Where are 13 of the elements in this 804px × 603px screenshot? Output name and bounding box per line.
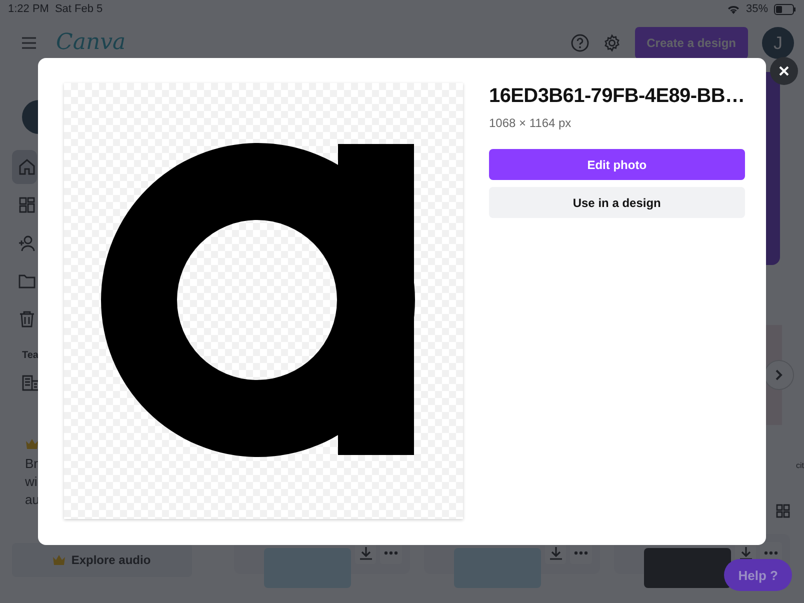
promo-text: wi: [25, 473, 38, 491]
file-title: 16ED3B61-79FB-4E89-BB…: [489, 84, 745, 108]
promo-text: Br: [25, 455, 38, 473]
team-label: Tea: [22, 350, 38, 361]
help-button[interactable]: Help ?: [724, 559, 792, 591]
close-icon: [779, 66, 789, 76]
use-in-design-button[interactable]: Use in a design: [489, 187, 745, 218]
status-time: 1:22 PM: [8, 3, 49, 15]
status-date: Sat Feb 5: [54, 3, 103, 15]
image-dimensions: 1068 × 1164 px: [489, 116, 572, 130]
caption-text: cit: [796, 461, 804, 470]
edit-photo-button[interactable]: Edit photo: [489, 149, 745, 180]
battery-percent: 35%: [746, 3, 768, 15]
